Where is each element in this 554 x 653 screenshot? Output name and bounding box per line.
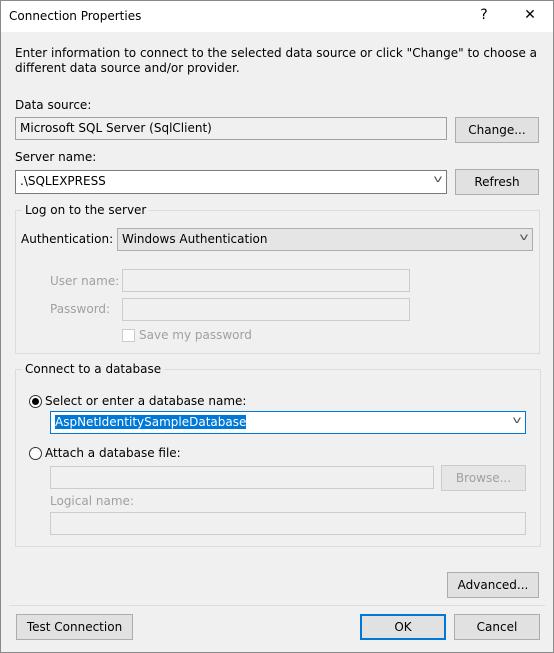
connection-properties-dialog: Connection Properties ? ✕ Enter informat… [0,0,554,653]
database-name-value: AspNetIdentitySampleDatabase [55,415,247,429]
help-button[interactable]: ? [469,7,499,23]
server-name-combo[interactable]: .\SQLEXPRESS v [15,170,447,194]
server-name-value: .\SQLEXPRESS [20,174,106,188]
select-database-radio[interactable] [29,395,42,408]
user-name-label: User name: [50,274,120,288]
save-password-label: Save my password [139,328,252,342]
attach-file-radio[interactable] [29,447,42,460]
authentication-combo[interactable]: Windows Authentication v [117,228,533,251]
password-label: Password: [50,302,111,316]
close-icon[interactable]: ✕ [515,7,545,23]
logical-name-label: Logical name: [50,494,134,508]
chevron-down-icon[interactable]: v [520,232,529,243]
server-name-label: Server name: [15,150,97,164]
change-button[interactable]: Change... [455,117,539,143]
authentication-label: Authentication: [21,232,114,246]
ok-button[interactable]: OK [360,614,446,640]
refresh-button[interactable]: Refresh [455,169,539,195]
dialog-title: Connection Properties [9,9,142,23]
chevron-down-icon[interactable]: v [434,174,443,185]
instructions-text: Enter information to connect to the sele… [15,46,538,75]
authentication-value: Windows Authentication [122,232,268,246]
password-field[interactable] [122,298,410,321]
user-name-field[interactable] [122,269,410,292]
save-password-checkbox[interactable] [122,329,135,342]
select-database-label: Select or enter a database name: [45,394,247,408]
data-source-field: Microsoft SQL Server (SqlClient) [15,117,447,140]
divider [9,605,545,606]
advanced-button[interactable]: Advanced... [447,572,539,598]
browse-button[interactable]: Browse... [441,465,526,491]
logical-name-field[interactable] [50,512,526,535]
data-source-label: Data source: [15,98,92,112]
title-bar: Connection Properties ? ✕ [1,1,553,32]
test-connection-button[interactable]: Test Connection [16,614,133,640]
database-legend: Connect to a database [22,362,165,376]
chevron-down-icon[interactable]: v [513,415,522,426]
logon-legend: Log on to the server [22,203,150,217]
attach-file-label: Attach a database file: [45,446,181,460]
database-file-field[interactable] [50,466,434,489]
cancel-button[interactable]: Cancel [454,614,540,640]
database-name-combo[interactable]: AspNetIdentitySampleDatabase v [50,411,526,434]
